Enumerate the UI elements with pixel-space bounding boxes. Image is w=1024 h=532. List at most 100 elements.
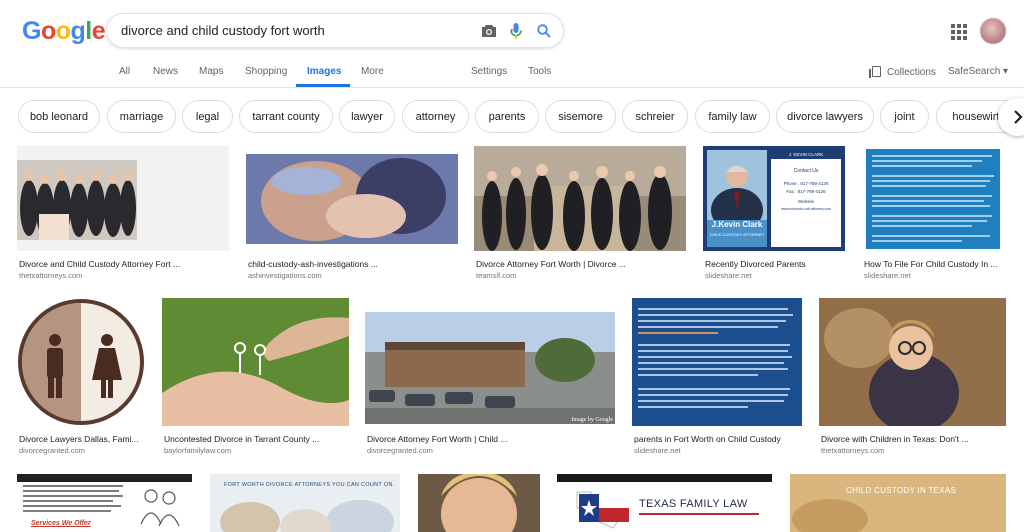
result-caption: Divorce Attorney Fort Worth | Divorce ..… bbox=[476, 259, 626, 269]
card-info-panel: J. KEVIN CLARK Contact Us Phone : 817-78… bbox=[771, 150, 841, 247]
search-input[interactable]: divorce and child custody fort worth bbox=[121, 23, 325, 38]
result-thumbnail: CHILD CUSTODY IN TEXAS bbox=[790, 474, 1006, 532]
safesearch-dropdown[interactable]: SafeSearch ▾ bbox=[948, 66, 1008, 77]
result-thumbnail bbox=[819, 298, 1006, 426]
settings-link[interactable]: Settings bbox=[471, 66, 507, 77]
result-source: slideshare.net bbox=[864, 271, 911, 280]
image-result[interactable]: Uncontested Divorce in Tarrant County ..… bbox=[162, 298, 349, 458]
chip-legal[interactable]: legal bbox=[182, 100, 233, 133]
result-thumbnail bbox=[246, 146, 458, 251]
chip-joint[interactable]: joint bbox=[880, 100, 929, 133]
logo-letter: o bbox=[55, 17, 71, 45]
tab-news[interactable]: News bbox=[153, 66, 178, 77]
result-source: divorcegranted.com bbox=[19, 446, 85, 455]
image-result[interactable]: FORT WORTH DIVORCE ATTORNEYS YOU CAN COU… bbox=[210, 474, 400, 532]
nav-divider bbox=[0, 87, 1024, 88]
tab-more[interactable]: More bbox=[361, 66, 384, 77]
logo-letter: g bbox=[70, 17, 86, 45]
image-result[interactable]: parents in Fort Worth on Child Custody s… bbox=[632, 298, 802, 458]
chip-tarrant-county[interactable]: tarrant county bbox=[239, 100, 333, 133]
image-result[interactable]: Divorce Lawyers Dallas, Fami... divorceg… bbox=[17, 298, 145, 458]
result-thumbnail: TEXAS FAMILY LAW bbox=[557, 474, 772, 532]
image-result[interactable]: child-custody-ash-investigations ... ash… bbox=[246, 146, 458, 281]
card-contact: Contact Us bbox=[793, 168, 819, 174]
card-header: J. KEVIN CLARK bbox=[771, 150, 841, 159]
google-logo[interactable]: Google bbox=[22, 17, 106, 46]
banner-text: FORT WORTH DIVORCE ATTORNEYS YOU CAN COU… bbox=[224, 482, 395, 488]
result-thumbnail: Services We Offer bbox=[17, 474, 192, 532]
result-caption: Divorce Attorney Fort Worth | Child ... bbox=[367, 434, 508, 444]
result-source: thetxattorneys.com bbox=[821, 446, 885, 455]
chip-schreier[interactable]: schreier bbox=[622, 100, 688, 133]
logo-letter: G bbox=[22, 17, 41, 45]
card-name: J.Kevin Clark bbox=[711, 220, 763, 229]
logo-letter: e bbox=[91, 17, 106, 45]
image-result[interactable]: How To File For Child Custody In ... sli… bbox=[862, 146, 1004, 281]
chip-bob-leonard[interactable]: bob leonard bbox=[18, 100, 100, 133]
image-result[interactable]: J.Kevin Clark CHILD CUSTODY ATTORNEY J. … bbox=[703, 146, 845, 281]
image-result[interactable]: CHILD CUSTODY IN TEXAS bbox=[790, 474, 1006, 532]
tab-maps[interactable]: Maps bbox=[199, 66, 223, 77]
chip-marriage[interactable]: marriage bbox=[107, 100, 176, 133]
search-icon[interactable] bbox=[534, 21, 554, 41]
search-nav: All News Maps Shopping Images More Setti… bbox=[0, 66, 1024, 88]
result-thumbnail: Image by Google bbox=[365, 298, 615, 426]
image-result[interactable]: Divorce with Children in Texas: Don't ..… bbox=[819, 298, 1006, 458]
tab-images[interactable]: Images bbox=[307, 66, 341, 77]
result-thumbnail bbox=[17, 298, 145, 426]
result-caption: Divorce Lawyers Dallas, Fami... bbox=[19, 434, 139, 444]
chip-family-law[interactable]: family law bbox=[695, 100, 770, 133]
collections-icon bbox=[869, 66, 881, 78]
result-source: thetxattorneys.com bbox=[19, 271, 83, 280]
image-result[interactable] bbox=[418, 474, 540, 532]
result-source: teamslf.com bbox=[476, 271, 517, 280]
result-thumbnail bbox=[162, 298, 349, 426]
search-box[interactable]: divorce and child custody fort worth bbox=[106, 13, 564, 48]
result-thumbnail bbox=[17, 146, 229, 251]
chip-parents[interactable]: parents bbox=[475, 100, 539, 133]
chip-attorney[interactable]: attorney bbox=[402, 100, 469, 133]
services-heading: Services We Offer bbox=[31, 520, 91, 527]
chip-lawyer[interactable]: lawyer bbox=[339, 100, 395, 133]
microphone-icon[interactable] bbox=[506, 21, 526, 41]
tab-all[interactable]: All bbox=[119, 66, 130, 77]
result-caption: Divorce with Children in Texas: Don't ..… bbox=[821, 434, 969, 444]
result-caption: Recently Divorced Parents bbox=[705, 259, 806, 269]
result-source: divorcegranted.com bbox=[367, 446, 433, 455]
collections-link[interactable]: Collections bbox=[869, 66, 936, 78]
result-thumbnail bbox=[418, 474, 540, 532]
result-source: baylorfamilylaw.com bbox=[164, 446, 232, 455]
card-website: www.fortworth-civil-attorney.com bbox=[780, 207, 832, 211]
avatar[interactable] bbox=[980, 18, 1006, 44]
image-watermark: Image by Google bbox=[571, 417, 613, 423]
tools-link[interactable]: Tools bbox=[528, 66, 551, 77]
result-source: slideshare.net bbox=[634, 446, 681, 455]
image-result[interactable]: Image by Google Divorce Attorney Fort Wo… bbox=[365, 298, 615, 458]
result-thumbnail bbox=[474, 146, 686, 251]
chevron-right-icon bbox=[1014, 110, 1023, 124]
result-thumbnail: J.Kevin Clark CHILD CUSTODY ATTORNEY J. … bbox=[703, 146, 845, 251]
title-underline bbox=[639, 513, 759, 515]
card-website-label: Website bbox=[797, 199, 815, 204]
chip-divorce-lawyers[interactable]: divorce lawyers bbox=[776, 100, 874, 133]
chip-sisemore[interactable]: sisemore bbox=[545, 100, 616, 133]
result-caption: Divorce and Child Custody Attorney Fort … bbox=[19, 259, 181, 269]
result-source: slideshare.net bbox=[705, 271, 752, 280]
image-result[interactable]: Divorce Attorney Fort Worth | Divorce ..… bbox=[474, 146, 686, 281]
card-title: CHILD CUSTODY ATTORNEY bbox=[709, 232, 765, 237]
image-result[interactable]: Divorce and Child Custody Attorney Fort … bbox=[17, 146, 229, 281]
logo-letter: o bbox=[40, 17, 56, 45]
result-thumbnail: FORT WORTH DIVORCE ATTORNEYS YOU CAN COU… bbox=[210, 474, 400, 532]
result-thumbnail bbox=[632, 298, 802, 426]
result-source: ashinvestigations.com bbox=[248, 271, 322, 280]
image-result[interactable]: Services We Offer bbox=[17, 474, 192, 532]
custody-banner-text: CHILD CUSTODY IN TEXAS bbox=[846, 486, 957, 495]
tab-shopping[interactable]: Shopping bbox=[245, 66, 287, 77]
card-phone: Phone : 817-789-4126 bbox=[783, 181, 829, 186]
card-fax: Fax : 817-789-4126 bbox=[786, 189, 826, 194]
result-caption: parents in Fort Worth on Child Custody bbox=[634, 434, 781, 444]
collections-label: Collections bbox=[887, 67, 936, 78]
image-result[interactable]: TEXAS FAMILY LAW bbox=[557, 474, 772, 532]
apps-grid-icon[interactable] bbox=[951, 24, 967, 40]
camera-icon[interactable] bbox=[479, 21, 499, 41]
